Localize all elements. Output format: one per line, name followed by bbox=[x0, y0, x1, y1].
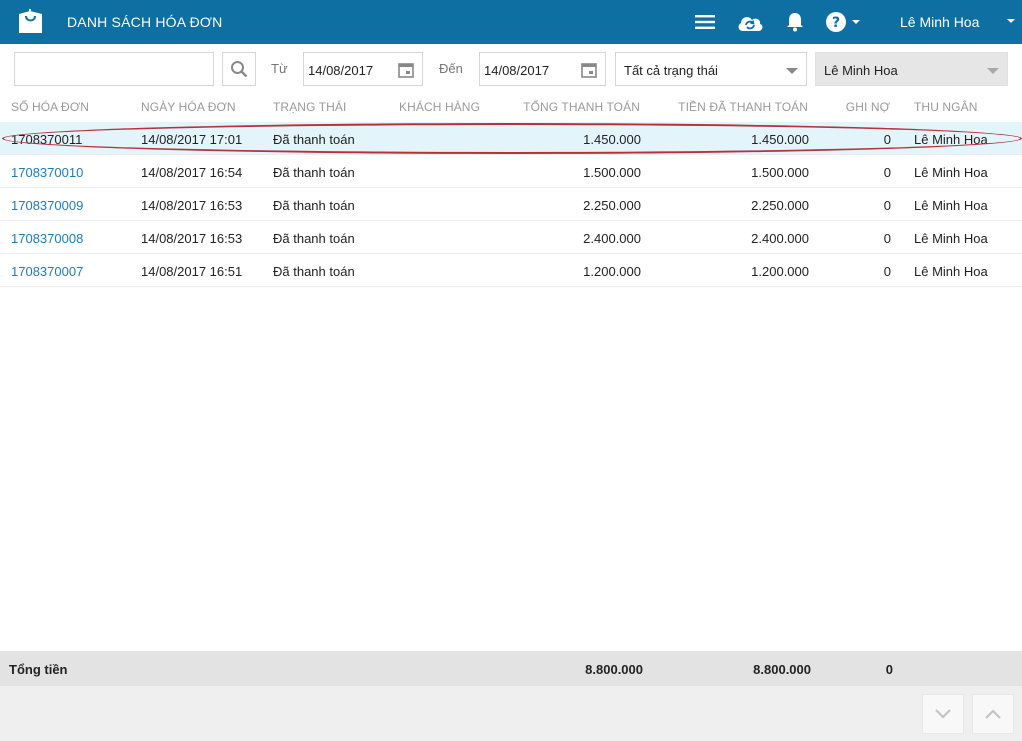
from-date-picker[interactable]: 14/08/2017 bbox=[303, 52, 423, 86]
column-header-date[interactable]: NGÀY HÓA ĐƠN bbox=[141, 100, 236, 114]
chevron-down-icon bbox=[987, 68, 999, 74]
help-button[interactable]: ? bbox=[824, 8, 862, 36]
invoice-status: Đã thanh toán bbox=[273, 264, 355, 279]
invoice-date: 14/08/2017 17:01 bbox=[141, 132, 243, 147]
pager-bar bbox=[0, 686, 1022, 741]
table-row[interactable]: 1708370011 14/08/2017 17:01 Đã thanh toá… bbox=[0, 122, 1022, 155]
to-date-value: 14/08/2017 bbox=[484, 63, 550, 78]
column-header-total[interactable]: TỔNG THANH TOÁN bbox=[523, 100, 640, 114]
invoice-paid: 1.200.000 bbox=[751, 264, 809, 279]
from-date-value: 14/08/2017 bbox=[308, 63, 374, 78]
chevron-down-icon bbox=[935, 709, 951, 719]
search-input[interactable] bbox=[14, 52, 214, 86]
chevron-down-icon bbox=[852, 20, 860, 24]
invoice-status: Đã thanh toán bbox=[273, 132, 355, 147]
totals-label: Tổng tiền bbox=[9, 662, 68, 677]
invoice-cashier: Lê Minh Hoa bbox=[914, 264, 988, 279]
column-header-number[interactable]: SỐ HÓA ĐƠN bbox=[11, 100, 89, 114]
table-row[interactable]: 1708370008 14/08/2017 16:53 Đã thanh toá… bbox=[0, 221, 1022, 254]
user-name: Lê Minh Hoa bbox=[900, 14, 980, 30]
column-header-status[interactable]: TRẠNG THÁI bbox=[273, 100, 346, 114]
help-icon: ? bbox=[826, 12, 846, 32]
svg-text:?: ? bbox=[832, 15, 840, 31]
cloud-sync-icon[interactable] bbox=[736, 8, 764, 36]
invoice-status: Đã thanh toán bbox=[273, 198, 355, 213]
invoice-debt: 0 bbox=[883, 132, 891, 147]
invoice-total: 1.450.000 bbox=[583, 132, 641, 147]
to-date-picker[interactable]: 14/08/2017 bbox=[479, 52, 606, 86]
to-label: Đến bbox=[439, 61, 463, 76]
invoice-number[interactable]: 1708370011 bbox=[11, 132, 82, 147]
invoice-date: 14/08/2017 16:53 bbox=[141, 231, 243, 246]
invoice-cashier: Lê Minh Hoa bbox=[914, 231, 988, 246]
invoice-paid: 2.400.000 bbox=[751, 231, 809, 246]
cashier-select: Lê Minh Hoa bbox=[815, 52, 1008, 86]
invoice-debt: 0 bbox=[883, 165, 891, 180]
invoice-status: Đã thanh toán bbox=[273, 231, 355, 246]
top-bar: DANH SÁCH HÓA ĐƠN ? Lê Minh Hoa bbox=[0, 0, 1022, 44]
chevron-down-icon bbox=[1007, 19, 1015, 23]
scroll-up-button[interactable] bbox=[972, 694, 1014, 734]
table-row[interactable]: 1708370010 14/08/2017 16:54 Đã thanh toá… bbox=[0, 155, 1022, 188]
status-select[interactable]: Tất cả trạng thái bbox=[615, 52, 807, 86]
bell-icon[interactable] bbox=[784, 8, 806, 36]
invoice-total: 1.500.000 bbox=[583, 165, 641, 180]
invoice-cashier: Lê Minh Hoa bbox=[914, 165, 988, 180]
cashier-select-value: Lê Minh Hoa bbox=[824, 63, 898, 78]
status-select-value: Tất cả trạng thái bbox=[624, 63, 718, 78]
invoice-total: 2.250.000 bbox=[583, 198, 641, 213]
invoice-total: 1.200.000 bbox=[583, 264, 641, 279]
invoice-number-link[interactable]: 1708370010 bbox=[11, 165, 83, 180]
user-menu[interactable]: Lê Minh Hoa bbox=[900, 14, 1022, 32]
calendar-icon bbox=[398, 63, 414, 78]
from-label: Từ bbox=[271, 61, 288, 76]
chevron-down-icon bbox=[786, 68, 798, 74]
page-title: DANH SÁCH HÓA ĐƠN bbox=[67, 14, 223, 30]
table-header: SỐ HÓA ĐƠN NGÀY HÓA ĐƠN TRẠNG THÁI KHÁCH… bbox=[0, 96, 1022, 122]
invoice-paid: 2.250.000 bbox=[751, 198, 809, 213]
column-header-paid[interactable]: TIỀN ĐÃ THANH TOÁN bbox=[678, 100, 808, 114]
invoice-debt: 0 bbox=[883, 264, 891, 279]
invoice-status: Đã thanh toán bbox=[273, 165, 355, 180]
invoice-table: SỐ HÓA ĐƠN NGÀY HÓA ĐƠN TRẠNG THÁI KHÁCH… bbox=[0, 96, 1022, 287]
calendar-icon bbox=[581, 63, 597, 78]
invoice-date: 14/08/2017 16:54 bbox=[141, 165, 243, 180]
invoice-paid: 1.450.000 bbox=[751, 132, 809, 147]
search-button[interactable] bbox=[222, 52, 256, 86]
chevron-up-icon bbox=[985, 709, 1001, 719]
invoice-debt: 0 bbox=[883, 231, 891, 246]
table-row[interactable]: 1708370009 14/08/2017 16:53 Đã thanh toá… bbox=[0, 188, 1022, 221]
hamburger-menu-icon[interactable] bbox=[693, 8, 717, 36]
search-icon bbox=[231, 61, 248, 78]
column-header-debt[interactable]: GHI NỢ bbox=[846, 100, 890, 114]
invoice-number-link[interactable]: 1708370008 bbox=[11, 231, 83, 246]
table-row[interactable]: 1708370007 14/08/2017 16:51 Đã thanh toá… bbox=[0, 254, 1022, 287]
invoice-paid: 1.500.000 bbox=[751, 165, 809, 180]
invoice-total: 2.400.000 bbox=[583, 231, 641, 246]
store-bag-icon[interactable] bbox=[16, 8, 46, 36]
invoice-number-link[interactable]: 1708370007 bbox=[11, 264, 83, 279]
column-header-cashier[interactable]: THU NGÂN bbox=[914, 100, 977, 114]
invoice-number-link[interactable]: 1708370009 bbox=[11, 198, 83, 213]
column-header-customer[interactable]: KHÁCH HÀNG bbox=[399, 100, 480, 114]
invoice-cashier: Lê Minh Hoa bbox=[914, 198, 988, 213]
totals-debt: 0 bbox=[885, 662, 893, 677]
invoice-date: 14/08/2017 16:51 bbox=[141, 264, 243, 279]
invoice-debt: 0 bbox=[883, 198, 891, 213]
invoice-date: 14/08/2017 16:53 bbox=[141, 198, 243, 213]
totals-total: 8.800.000 bbox=[585, 662, 643, 677]
totals-paid: 8.800.000 bbox=[753, 662, 811, 677]
invoice-cashier: Lê Minh Hoa bbox=[914, 132, 988, 147]
scroll-down-button[interactable] bbox=[922, 694, 964, 734]
filter-bar: Từ 14/08/2017 Đến 14/08/2017 Tất cả trạn… bbox=[0, 44, 1022, 96]
totals-row: Tổng tiền 8.800.000 8.800.000 0 bbox=[0, 651, 1022, 686]
